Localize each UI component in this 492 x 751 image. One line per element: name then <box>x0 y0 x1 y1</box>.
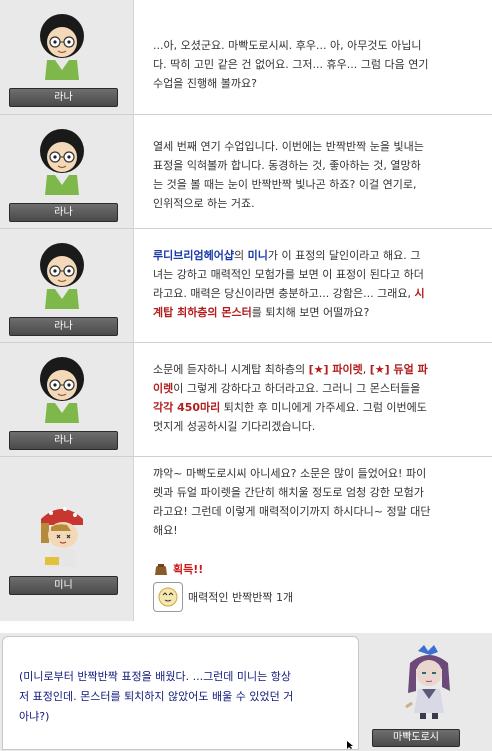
reward-label: 획득!! <box>173 563 204 576</box>
npc-nameplate: 라나 <box>9 431 118 450</box>
dialog-text: ...아, 오셨군요. 마빡도로시씨. 후우... 아, 아무것도 아닙니 다.… <box>153 36 478 93</box>
mouse-cursor-icon <box>347 741 353 749</box>
quest-highlight: 시 <box>414 287 425 300</box>
player-speech-bubble: (미니로부터 반짝반짝 표정을 배웠다. ...그런데 미니는 항상 저 표정인… <box>2 636 359 750</box>
dialog-entry-5: 미니 꺄악~ 마빡도로시씨 아니세요? 소문은 많이 들었어요! 파이 렛과 듀… <box>0 457 492 621</box>
dialog-line: 열세 번째 연기 수업입니다. 이번에는 반짝반짝 눈을 빛내는 <box>153 140 424 153</box>
rana-portrait-icon <box>40 14 84 80</box>
quest-highlight: 계탑 최하층의 몬스터 <box>153 306 252 319</box>
quest-highlight: [★] 파이렛 <box>308 363 363 376</box>
player-character-icon <box>405 645 450 719</box>
npc-portrait-cell: 라나 <box>0 115 134 228</box>
dialog-entry-3: 라나 루디브리엄헤어샵의 미니가 이 표정의 달인이라고 해요. 그녀는 강하고… <box>0 229 492 343</box>
dialog-line: 표정을 익혀볼까 합니다. 동경하는 것, 좋아하는 것, 열망하 <box>153 159 421 172</box>
player-dialog-text: (미니로부터 반짝반짝 표정을 배웠다. ...그런데 미니는 항상 저 표정인… <box>19 667 349 727</box>
quest-highlight: [★] 듀얼 파 <box>369 363 428 376</box>
dialog-segment: , <box>362 363 370 376</box>
dialog-line: 는 것을 볼 때는 눈이 반짝반짝 빛나곤 하죠? 이걸 연기로, <box>153 178 417 191</box>
player-nameplate: 마빡도로시 <box>372 729 460 747</box>
dialog-entry-4: 라나 소문에 듣자하니 시계탑 최하층의 [★] 파이렛, [★] 듀얼 파이렛… <box>0 343 492 457</box>
dialog-segment: 녀는 강하고 매력적인 모험가를 보면 이 표정이 된다고 하더 <box>153 268 424 281</box>
reward-item-name: 매력적인 반짝반짝 1개 <box>188 591 294 604</box>
quest-highlight: 각각 450마리 <box>153 401 221 414</box>
dialog-segment: 퇴치한 후 미니에게 가주세요. 그럼 이번에도 <box>220 401 427 414</box>
reward-header: 획득!! <box>153 561 203 577</box>
reward-item-slot <box>153 582 183 612</box>
mini-portrait-icon <box>41 507 83 567</box>
npc-nameplate: 라나 <box>9 317 118 336</box>
dialog-text: 소문에 듣자하니 시계탑 최하층의 [★] 파이렛, [★] 듀얼 파이렛이 그… <box>153 360 478 436</box>
npc-name-highlight: 미니 <box>247 249 268 262</box>
reward-bag-icon <box>155 564 167 575</box>
dialog-line: 인위적으로 하는 거죠. <box>153 197 255 210</box>
dialog-segment: 소문에 듣자하니 시계탑 최하층의 <box>153 363 309 376</box>
dialog-line: 저 표정인데. 몬스터를 퇴치하지 않았어도 배울 수 있었던 거 <box>19 690 294 703</box>
sparkle-face-icon <box>158 587 178 607</box>
npc-nameplate: 라나 <box>9 203 118 222</box>
dialog-line: 렛과 듀얼 파이렛을 간단히 해치울 정도로 엄청 강한 모험가 <box>153 486 424 499</box>
npc-portrait-cell: 라나 <box>0 0 134 114</box>
dialog-line: 꺄악~ 마빡도로시씨 아니세요? 소문은 많이 들었어요! 파이 <box>153 467 427 480</box>
rana-portrait-icon <box>40 357 84 423</box>
rana-portrait-icon <box>40 129 84 195</box>
dialog-segment: 라고요. 매력은 당신이라면 충분하고... 강함은... 그래요, <box>153 287 415 300</box>
npc-nameplate: 미니 <box>9 576 118 595</box>
dialog-entry-1: 라나 ...아, 오셨군요. 마빡도로시씨. 후우... 아, 아무것도 아닙니… <box>0 0 492 115</box>
dialog-line: ...아, 오셨군요. 마빡도로시씨. 후우... 아, 아무것도 아닙니 <box>153 39 422 52</box>
dialog-segment: 이 그렇게 강하다고 하더라고요. 그러니 그 몬스터들을 <box>173 382 421 395</box>
dialog-text: 루디브리엄헤어샵의 미니가 이 표정의 달인이라고 해요. 그녀는 강하고 매력… <box>153 246 478 322</box>
dialog-line: 해요! <box>153 524 178 537</box>
npc-name-highlight: 루디브리엄헤어샵 <box>153 249 234 262</box>
dialog-text: 꺄악~ 마빡도로시씨 아니세요? 소문은 많이 들었어요! 파이 렛과 듀얼 파… <box>153 464 478 540</box>
npc-portrait-cell: 라나 <box>0 343 134 456</box>
npc-portrait-cell: 미니 <box>0 457 134 621</box>
quest-highlight: 이렛 <box>153 382 174 395</box>
dialog-segment: 의 <box>233 249 248 262</box>
dialog-line: 다. 딱히 고민 같은 건 없어요. 그저... 휴우... 그럼 다음 연기 <box>153 58 429 71</box>
dialog-entry-2: 라나 열세 번째 연기 수업입니다. 이번에는 반짝반짝 눈을 빛내는 표정을 … <box>0 115 492 229</box>
dialog-segment: 가 이 표정의 달인이라고 해요. 그 <box>267 249 421 262</box>
rana-portrait-icon <box>40 243 84 309</box>
dialog-segment: 멋지게 성공하시길 기다리겠습니다. <box>153 420 316 433</box>
npc-portrait-cell: 라나 <box>0 229 134 342</box>
dialog-line: 아냐?) <box>19 710 50 723</box>
dialog-line: 수업을 진행해 볼까요? <box>153 77 257 90</box>
reward-item: 매력적인 반짝반짝 1개 <box>153 582 293 612</box>
npc-nameplate: 라나 <box>9 88 118 107</box>
dialog-line: (미니로부터 반짝반짝 표정을 배웠다. ...그런데 미니는 항상 <box>19 670 292 683</box>
dialog-segment: 를 퇴치해 보면 어떨까요? <box>251 306 370 319</box>
dialog-line: 라고요! 그런데 이렇게 매력적이기까지 하시다니~ 정말 대단 <box>153 505 431 518</box>
dialog-text: 열세 번째 연기 수업입니다. 이번에는 반짝반짝 눈을 빛내는 표정을 익혀볼… <box>153 137 478 213</box>
